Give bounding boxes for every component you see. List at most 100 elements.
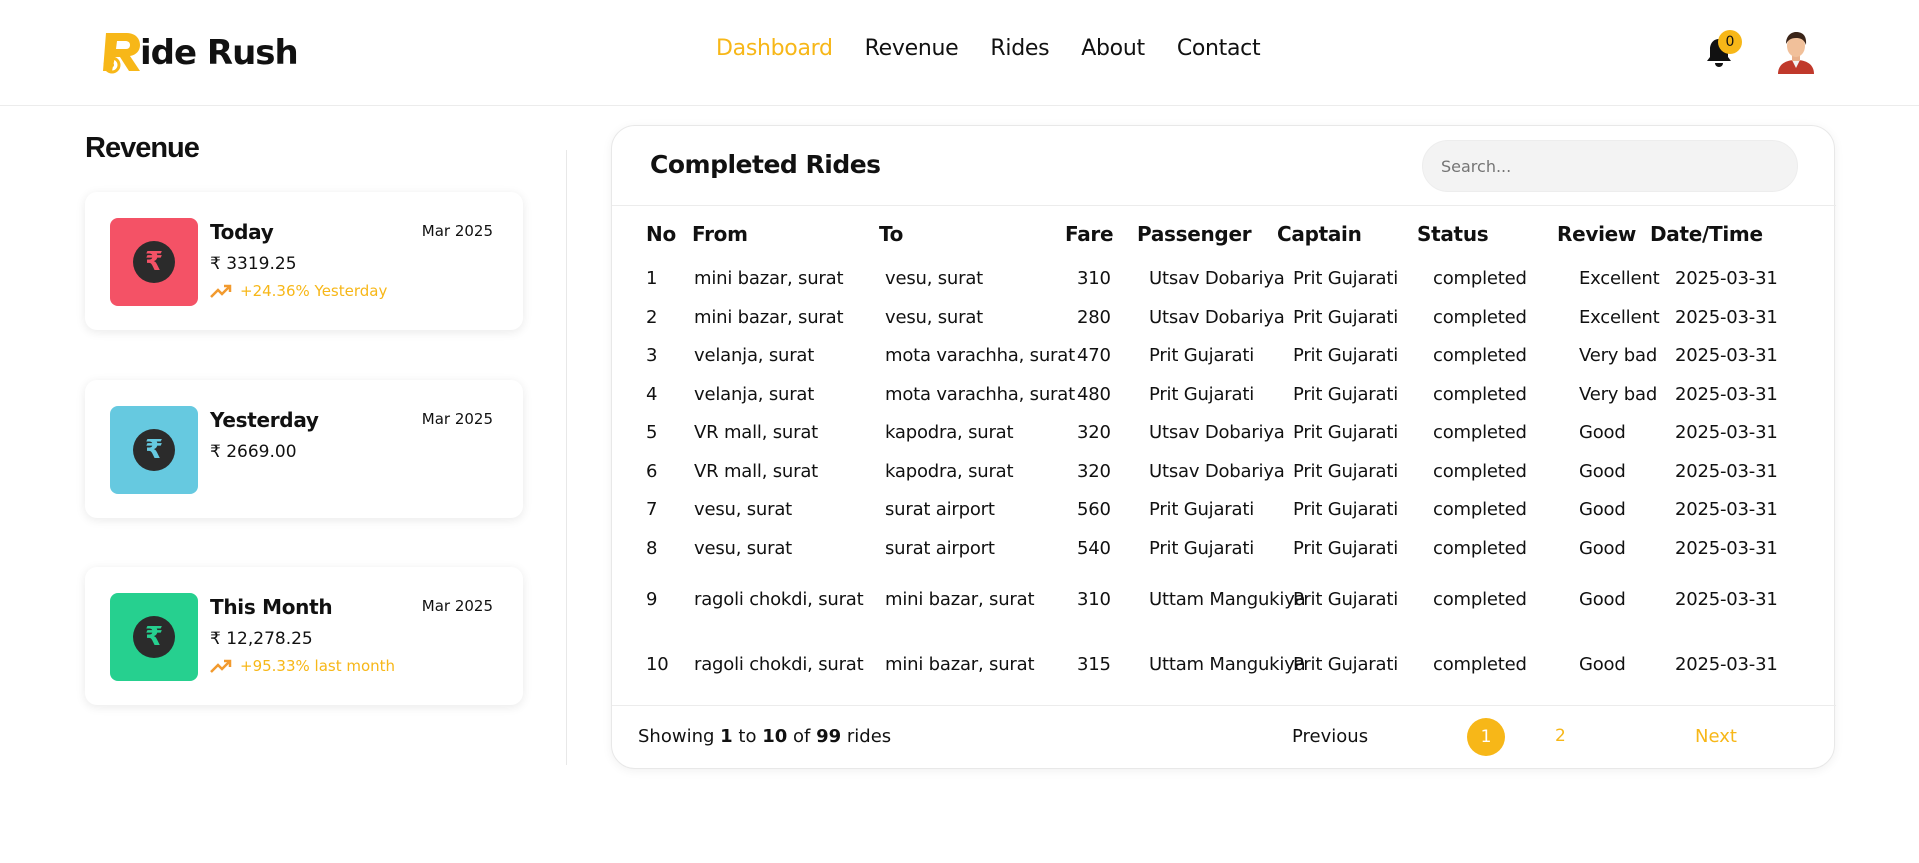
- cell-status: completed: [1433, 461, 1527, 482]
- cell-captain: Prit Gujarati: [1293, 461, 1398, 482]
- cell-review: Good: [1579, 499, 1626, 520]
- cell-to: mota varachha, surat: [885, 384, 1075, 405]
- cell-passenger: Utsav Dobariya: [1149, 268, 1285, 289]
- card-trend: +95.33% last month: [210, 657, 395, 675]
- cell-date-time: 2025-03-31: [1675, 384, 1778, 405]
- cell-date-time: 2025-03-31: [1675, 461, 1778, 482]
- logo-r-icon: [103, 33, 140, 74]
- pagination-next[interactable]: Next: [1695, 726, 1737, 747]
- cell-date-time: 2025-03-31: [1675, 268, 1778, 289]
- cell-captain: Prit Gujarati: [1293, 268, 1398, 289]
- revenue-card-today: ₹ Today Mar 2025 ₹ 3319.25 +24.36% Yeste…: [85, 192, 523, 330]
- cell-date-time: 2025-03-31: [1675, 307, 1778, 328]
- cell-fare: 320: [1077, 422, 1111, 443]
- nav-contact[interactable]: Contact: [1177, 36, 1261, 61]
- cell-fare: 310: [1077, 589, 1111, 610]
- cell-date-time: 2025-03-31: [1675, 499, 1778, 520]
- cell-no: 3: [646, 345, 658, 366]
- cell-date-time: 2025-03-31: [1675, 422, 1778, 443]
- column-header-no: No: [646, 222, 676, 246]
- footer-divider: [612, 705, 1836, 706]
- column-header-passenger: Passenger: [1137, 222, 1252, 246]
- cell-status: completed: [1433, 422, 1527, 443]
- brand-name: ide Rush: [140, 33, 299, 73]
- cell-passenger: Prit Gujarati: [1149, 384, 1254, 405]
- column-header-to: To: [879, 222, 904, 246]
- pagination-page-2[interactable]: 2: [1555, 726, 1566, 746]
- card-title: Yesterday: [210, 408, 319, 432]
- cell-no: 2: [646, 307, 658, 328]
- cell-passenger: Prit Gujarati: [1149, 538, 1254, 559]
- revenue-heading: Revenue: [85, 132, 200, 164]
- card-title: Today: [210, 220, 274, 244]
- cell-no: 7: [646, 499, 658, 520]
- cell-no: 4: [646, 384, 658, 405]
- cell-review: Excellent: [1579, 307, 1660, 328]
- cell-passenger: Utsav Dobariya: [1149, 307, 1285, 328]
- cell-from: vesu, surat: [694, 538, 793, 559]
- cell-status: completed: [1433, 499, 1527, 520]
- cell-to: kapodra, surat: [885, 422, 1014, 443]
- card-trend: +24.36% Yesterday: [210, 282, 387, 300]
- cell-status: completed: [1433, 268, 1527, 289]
- summary-text: to: [738, 726, 757, 747]
- nav-dashboard[interactable]: Dashboard: [716, 36, 833, 61]
- card-date: Mar 2025: [421, 222, 493, 240]
- nav-revenue[interactable]: Revenue: [865, 36, 959, 61]
- pagination-previous[interactable]: Previous: [1292, 726, 1368, 747]
- cell-passenger: Utsav Dobariya: [1149, 461, 1285, 482]
- cell-review: Very bad: [1579, 384, 1658, 405]
- cell-passenger: Prit Gujarati: [1149, 345, 1254, 366]
- rupee-icon-box: ₹: [110, 218, 198, 306]
- rupee-icon: ₹: [133, 616, 175, 658]
- avatar[interactable]: [1776, 30, 1816, 74]
- card-value: ₹ 3319.25: [210, 254, 297, 274]
- cell-status: completed: [1433, 384, 1527, 405]
- cell-fare: 540: [1077, 538, 1111, 559]
- cell-passenger: Uttam Mangukiya: [1149, 654, 1306, 675]
- cell-status: completed: [1433, 307, 1527, 328]
- cell-date-time: 2025-03-31: [1675, 538, 1778, 559]
- cell-captain: Prit Gujarati: [1293, 345, 1398, 366]
- cell-review: Good: [1579, 538, 1626, 559]
- summary-to: 10: [762, 726, 788, 747]
- nav-rides[interactable]: Rides: [990, 36, 1049, 61]
- cell-review: Good: [1579, 422, 1626, 443]
- cell-fare: 470: [1077, 345, 1111, 366]
- cell-fare: 315: [1077, 654, 1111, 675]
- cell-no: 10: [646, 654, 669, 675]
- summary-text: Showing: [638, 726, 715, 747]
- notification-badge: 0: [1718, 30, 1742, 54]
- cell-passenger: Prit Gujarati: [1149, 499, 1254, 520]
- trending-up-icon: [210, 659, 232, 673]
- cell-captain: Prit Gujarati: [1293, 654, 1398, 675]
- completed-rides-panel: Completed Rides No From To Fare Passenger Cap…: [611, 125, 1836, 769]
- brand-logo[interactable]: ide Rush: [100, 26, 299, 78]
- showing-summary: Showing 1 to 10 of 99 rides: [638, 726, 891, 747]
- column-header-status: Status: [1417, 222, 1489, 246]
- cell-from: VR mall, surat: [694, 422, 819, 443]
- card-value: ₹ 2669.00: [210, 442, 297, 462]
- trending-up-icon: [210, 284, 232, 298]
- cell-fare: 560: [1077, 499, 1111, 520]
- summary-from: 1: [720, 726, 733, 747]
- cell-status: completed: [1433, 589, 1527, 610]
- revenue-card-yesterday: ₹ Yesterday Mar 2025 ₹ 2669.00: [85, 380, 523, 518]
- cell-from: velanja, surat: [694, 345, 815, 366]
- cell-review: Excellent: [1579, 268, 1660, 289]
- cell-to: vesu, surat: [885, 307, 984, 328]
- cell-date-time: 2025-03-31: [1675, 345, 1778, 366]
- cell-fare: 310: [1077, 268, 1111, 289]
- search-input[interactable]: [1422, 140, 1798, 192]
- cell-review: Good: [1579, 589, 1626, 610]
- nav-about[interactable]: About: [1081, 36, 1145, 61]
- cell-from: mini bazar, surat: [694, 307, 844, 328]
- cell-passenger: Utsav Dobariya: [1149, 422, 1285, 443]
- cell-status: completed: [1433, 654, 1527, 675]
- cell-fare: 480: [1077, 384, 1111, 405]
- cell-captain: Prit Gujarati: [1293, 422, 1398, 443]
- cell-to: kapodra, surat: [885, 461, 1014, 482]
- revenue-card-this-month: ₹ This Month Mar 2025 ₹ 12,278.25 +95.33…: [85, 567, 523, 705]
- pagination-page-1[interactable]: 1: [1467, 718, 1505, 756]
- cell-status: completed: [1433, 345, 1527, 366]
